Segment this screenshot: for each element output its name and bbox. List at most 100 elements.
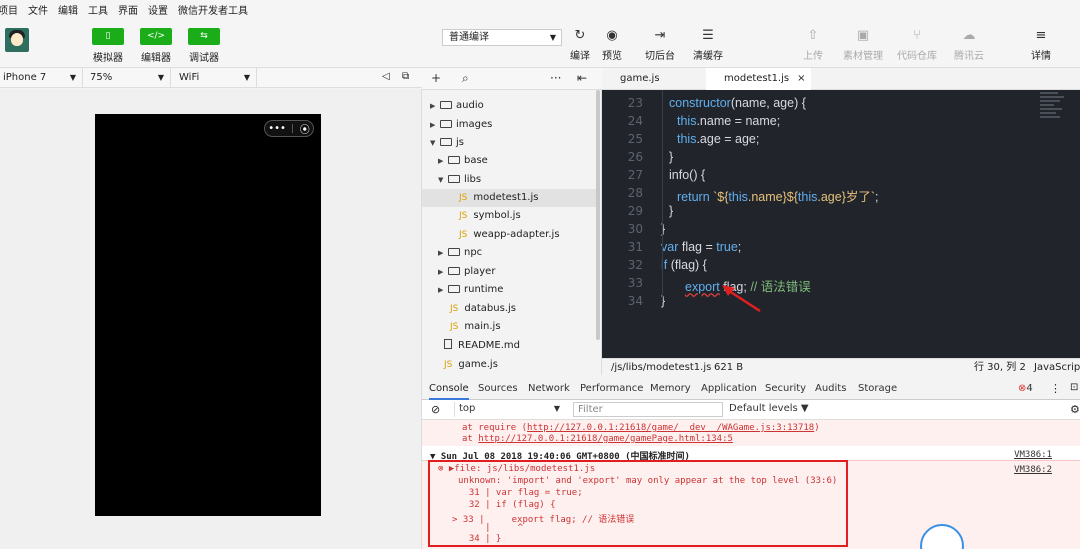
tab-sources[interactable]: Sources [478,378,518,400]
menu-file[interactable]: 文件 [28,2,48,17]
assets-button[interactable]: ▣ 素材管理 [843,28,883,62]
code-line-29: } [669,204,674,218]
tencent-cloud-button[interactable]: ☁ 腾讯云 [949,28,989,62]
tree-file-modetest1[interactable]: JS modetest1.js [422,189,596,207]
clear-cache-button[interactable]: ☰ 清缓存 [688,28,728,62]
menu-view[interactable]: 界面 [118,2,138,17]
menu-project[interactable]: 项目 [0,2,18,17]
close-icon[interactable]: × [797,73,805,84]
tab-console[interactable]: Console [429,378,469,400]
tree-folder-base[interactable]: ▶ base [438,152,608,170]
dock-icon[interactable]: ⊡ [1070,382,1078,393]
more-icon[interactable]: ··· [550,71,561,85]
folder-icon [448,156,460,164]
code-text: ; [875,190,879,204]
console-filter-input[interactable]: Filter [573,402,723,417]
source-link[interactable]: VM386:1 [1014,450,1052,460]
stack-trace-line: at require (http://127.0.0.1:21618/game/… [462,423,820,433]
clear-cache-label: 清缓存 [693,51,723,62]
minimap[interactable] [1040,92,1070,132]
file-tree-scrollbar[interactable] [596,90,600,340]
capsule-menu[interactable]: ••• ⦿ [264,120,314,137]
menu-settings[interactable]: 设置 [148,2,168,17]
tree-file-databus[interactable]: JS databus.js [450,300,620,318]
code-keyword: var [661,240,679,254]
zoom-select[interactable]: 75% ▼ [83,67,171,88]
tab-security[interactable]: Security [765,378,806,400]
tab-game-js[interactable]: game.js [602,68,700,90]
tree-folder-audio[interactable]: ▶ audio [430,97,600,115]
tab-application[interactable]: Application [701,378,757,400]
popout-window-icon[interactable]: ⧉ [402,71,409,82]
clear-console-icon[interactable]: ⊘ [431,403,440,416]
code-editor[interactable]: 23 24 25 26 27 28 29 30 31 32 33 34 cons… [602,90,1080,358]
code-text: flag = [678,240,717,254]
debugger-button[interactable]: ⇆ 调试器 [187,28,221,64]
tree-file-main[interactable]: JS main.js [450,318,620,336]
trace-link[interactable]: http://127.0.0.1:21618/game/__dev__/WAGa… [527,423,814,433]
network-select[interactable]: WiFi ▼ [171,67,257,88]
tree-label: weapp-adapter.js [473,229,560,240]
tab-memory[interactable]: Memory [650,378,691,400]
tab-storage[interactable]: Storage [858,378,897,400]
avatar[interactable] [5,28,29,52]
tab-network[interactable]: Network [528,378,570,400]
code-line-23: constructor(name, age) { [669,96,806,110]
tree-file-game[interactable]: JS game.js [444,356,614,374]
chevron-down-icon: ▼ [438,176,444,184]
trace-text: at require ( [462,423,528,433]
preview-button[interactable]: ◉ 预览 [592,28,632,62]
repo-button[interactable]: ⑂ 代码仓库 [897,28,937,62]
menu-edit[interactable]: 编辑 [58,2,78,17]
chevron-right-icon: ▶ [438,249,444,257]
phone-screen[interactable]: ••• ⦿ [95,114,321,516]
details-button[interactable]: ≡ 详情 [1021,28,1061,62]
speaker-icon[interactable]: ◁ [382,71,390,82]
tree-folder-player[interactable]: ▶ player [438,263,608,281]
js-file-icon: JS [450,304,459,314]
add-file-icon[interactable]: + [431,71,441,85]
line-number-gutter: 23 24 25 26 27 28 29 30 31 32 33 34 [602,90,647,358]
error-count-badge[interactable]: ⊗4 [1018,383,1033,394]
compile-mode-select[interactable]: 普通编译 ▼ [442,29,562,46]
tree-label: runtime [464,284,504,295]
js-file-icon: JS [459,193,468,203]
menu-wechat-devtools[interactable]: 微信开发者工具 [178,2,248,17]
line-number: 33 [627,276,643,290]
upload-button[interactable]: ⇧ 上传 [793,28,833,62]
tree-folder-js[interactable]: ▼ js [430,134,600,152]
status-language[interactable]: JavaScript [1034,359,1080,377]
menu-tools[interactable]: 工具 [88,2,108,17]
source-link[interactable]: VM386:2 [1014,465,1052,475]
simulator-button[interactable]: ▯ 模拟器 [91,28,125,64]
status-cursor-position[interactable]: 行 30, 列 2 [974,359,1026,377]
collapse-icon[interactable]: ⇤ [577,71,587,85]
more-dots-icon[interactable]: ••• [268,123,286,134]
device-model-select[interactable]: iPhone 7 ▼ [0,67,83,88]
device-model-value: iPhone 7 [3,71,47,83]
tab-modetest1-js[interactable]: modetest1.js × [706,68,811,90]
tree-file-readme[interactable]: README.md [444,337,614,355]
log-levels-select[interactable]: Default levels ▼ [729,403,809,414]
tree-folder-runtime[interactable]: ▶ runtime [438,281,608,299]
details-label: 详情 [1031,51,1051,62]
red-arrow-annotation [722,285,761,313]
trace-link[interactable]: http://127.0.0.1:21618/game/gamePage.htm… [478,434,733,444]
editor-button[interactable]: </> 编辑器 [139,28,173,64]
tab-audits[interactable]: Audits [815,378,846,400]
tree-folder-libs[interactable]: ▼ libs [438,171,608,189]
gear-icon[interactable]: ⚙ [1070,403,1080,416]
tree-folder-images[interactable]: ▶ images [430,116,600,134]
code-text: .name = name; [696,114,781,128]
close-target-icon[interactable]: ⦿ [300,121,310,136]
tencent-cloud-label: 腾讯云 [954,51,984,62]
background-button[interactable]: ⇥ 切后台 [640,28,680,62]
tree-folder-npc[interactable]: ▶ npc [438,244,608,262]
tab-performance[interactable]: Performance [580,378,643,400]
kebab-menu-icon[interactable]: ⋮ [1050,382,1061,395]
editor-label: 编辑器 [141,53,171,64]
image-icon: ▣ [856,28,870,43]
simulator-panel: ••• ⦿ [0,89,422,549]
context-select[interactable]: top ▼ [454,402,564,417]
search-icon[interactable]: ⌕ [462,71,469,86]
